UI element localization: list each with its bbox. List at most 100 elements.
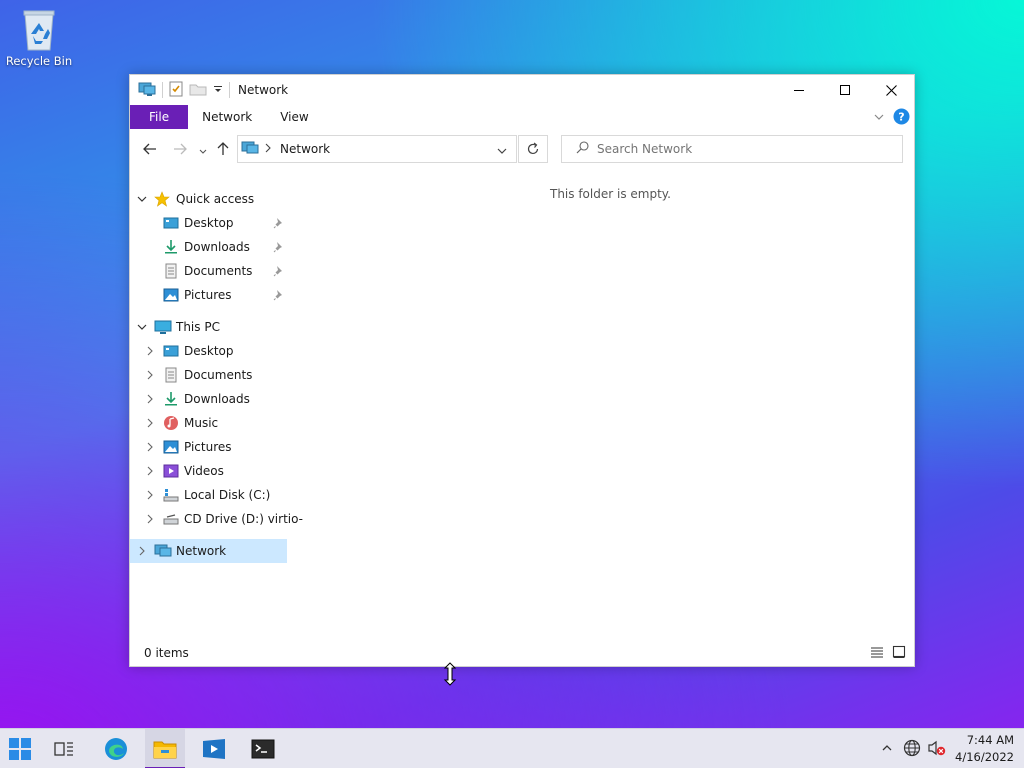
terminal-taskbar-button[interactable] — [243, 729, 283, 768]
up-button[interactable] — [215, 141, 231, 160]
tab-view[interactable]: View — [266, 105, 322, 129]
recycle-bin-label: Recycle Bin — [5, 54, 73, 68]
nav-item-label: Music — [184, 416, 219, 430]
computer-icon — [154, 319, 172, 335]
nav-quick-access[interactable]: Quick access — [130, 187, 290, 211]
minimize-button[interactable] — [776, 75, 822, 105]
pin-icon[interactable] — [273, 289, 285, 301]
chevron-right-icon[interactable] — [144, 345, 156, 357]
nav-pc-music[interactable]: Music — [130, 411, 290, 435]
nav-pc-pictures[interactable]: Pictures — [130, 435, 290, 459]
desktop-icon — [163, 215, 179, 231]
clock-date: 4/16/2022 — [955, 750, 1014, 764]
recent-locations-button[interactable] — [198, 145, 208, 159]
nav-pc-cd-drive[interactable]: CD Drive (D:) virtio- — [130, 507, 303, 531]
nav-item-label: Pictures — [184, 440, 232, 454]
local-disk-icon — [163, 487, 179, 503]
nav-item-label: Local Disk (C:) — [184, 488, 271, 502]
network-status-button[interactable] — [903, 739, 921, 760]
music-icon — [163, 415, 179, 431]
volume-button[interactable] — [927, 739, 947, 760]
nav-quick-pictures[interactable]: Pictures — [130, 283, 290, 307]
search-box[interactable] — [561, 135, 903, 163]
nav-item-label: Downloads — [184, 392, 250, 406]
volume-muted-icon — [928, 740, 946, 755]
minimize-icon — [794, 90, 804, 91]
chevron-down-icon[interactable] — [136, 193, 148, 205]
chevron-right-icon[interactable] — [144, 465, 156, 477]
nav-this-pc[interactable]: This PC — [130, 315, 290, 339]
pin-icon[interactable] — [273, 217, 285, 229]
nav-item-label: CD Drive (D:) virtio- — [184, 512, 304, 526]
pin-icon[interactable] — [273, 265, 285, 277]
clock[interactable]: 7:44 AM 4/16/2022 — [947, 732, 1024, 766]
media-player-taskbar-button[interactable] — [194, 729, 234, 768]
star-icon — [154, 191, 170, 207]
maximize-button[interactable] — [822, 75, 868, 105]
search-input[interactable] — [597, 142, 887, 156]
address-bar[interactable]: Network — [237, 135, 517, 163]
system-tray: 7:44 AM 4/16/2022 — [881, 729, 1024, 768]
close-button[interactable] — [868, 75, 914, 105]
chevron-up-icon — [882, 745, 892, 751]
nav-item-label: Pictures — [184, 288, 232, 302]
chevron-right-icon[interactable] — [144, 417, 156, 429]
forward-button[interactable] — [172, 141, 188, 160]
nav-network[interactable]: Network — [130, 539, 287, 563]
nav-item-label: Videos — [184, 464, 224, 478]
large-icons-view-icon — [892, 645, 906, 658]
details-view-button[interactable] — [870, 645, 884, 662]
chevron-right-icon[interactable] — [144, 393, 156, 405]
network-location-icon — [241, 140, 259, 159]
nav-pc-documents[interactable]: Documents — [130, 363, 290, 387]
task-view-button[interactable] — [44, 729, 84, 768]
help-icon[interactable]: ? — [893, 108, 910, 128]
recycle-bin-desktop-icon[interactable]: Recycle Bin — [4, 8, 74, 68]
nav-pc-desktop[interactable]: Desktop — [130, 339, 290, 363]
windows-logo-icon — [9, 738, 31, 760]
show-hidden-icons-button[interactable] — [881, 742, 893, 756]
start-button[interactable] — [0, 729, 40, 768]
large-icons-view-button[interactable] — [892, 645, 906, 662]
edge-taskbar-button[interactable] — [96, 729, 136, 768]
toolbar-separator — [162, 82, 163, 98]
nav-pc-videos[interactable]: Videos — [130, 459, 290, 483]
desktop-icon — [163, 343, 179, 359]
customize-toolbar-dropdown-icon[interactable] — [213, 83, 223, 97]
pin-icon[interactable] — [273, 241, 285, 253]
task-view-icon — [54, 742, 73, 756]
back-button[interactable] — [142, 141, 158, 160]
title-bar[interactable]: Network — [130, 75, 914, 105]
search-icon — [576, 141, 589, 157]
nav-item-label: Desktop — [184, 344, 234, 358]
address-history-dropdown-icon[interactable] — [496, 145, 508, 159]
nav-pc-local-disk[interactable]: Local Disk (C:) — [130, 483, 290, 507]
nav-quick-downloads[interactable]: Downloads — [130, 235, 290, 259]
tab-file[interactable]: File — [130, 105, 189, 129]
chevron-down-icon[interactable] — [136, 321, 148, 333]
tab-network[interactable]: Network — [188, 105, 266, 129]
details-view-icon — [871, 647, 883, 658]
refresh-button[interactable] — [518, 135, 548, 163]
chevron-right-icon[interactable] — [136, 545, 148, 557]
breadcrumb-network[interactable]: Network — [280, 142, 330, 156]
file-explorer-taskbar-button[interactable] — [145, 729, 185, 768]
chevron-right-icon[interactable] — [144, 513, 156, 525]
expand-ribbon-icon[interactable] — [873, 111, 885, 125]
navigation-pane: Quick access Desktop Downloads Documents… — [130, 187, 303, 563]
documents-icon — [163, 367, 179, 383]
edge-browser-icon — [105, 738, 127, 760]
nav-quick-documents[interactable]: Documents — [130, 259, 290, 283]
pictures-icon — [163, 439, 179, 455]
chevron-right-icon[interactable] — [144, 441, 156, 453]
downloads-icon — [163, 239, 179, 255]
properties-icon[interactable] — [169, 81, 183, 100]
chevron-right-icon[interactable] — [144, 369, 156, 381]
breadcrumb-chevron-icon[interactable] — [264, 142, 272, 156]
nav-pc-downloads[interactable]: Downloads — [130, 387, 290, 411]
new-folder-icon[interactable] — [189, 82, 207, 99]
terminal-icon — [251, 739, 275, 759]
nav-item-label: Downloads — [184, 240, 250, 254]
chevron-right-icon[interactable] — [144, 489, 156, 501]
nav-quick-desktop[interactable]: Desktop — [130, 211, 290, 235]
